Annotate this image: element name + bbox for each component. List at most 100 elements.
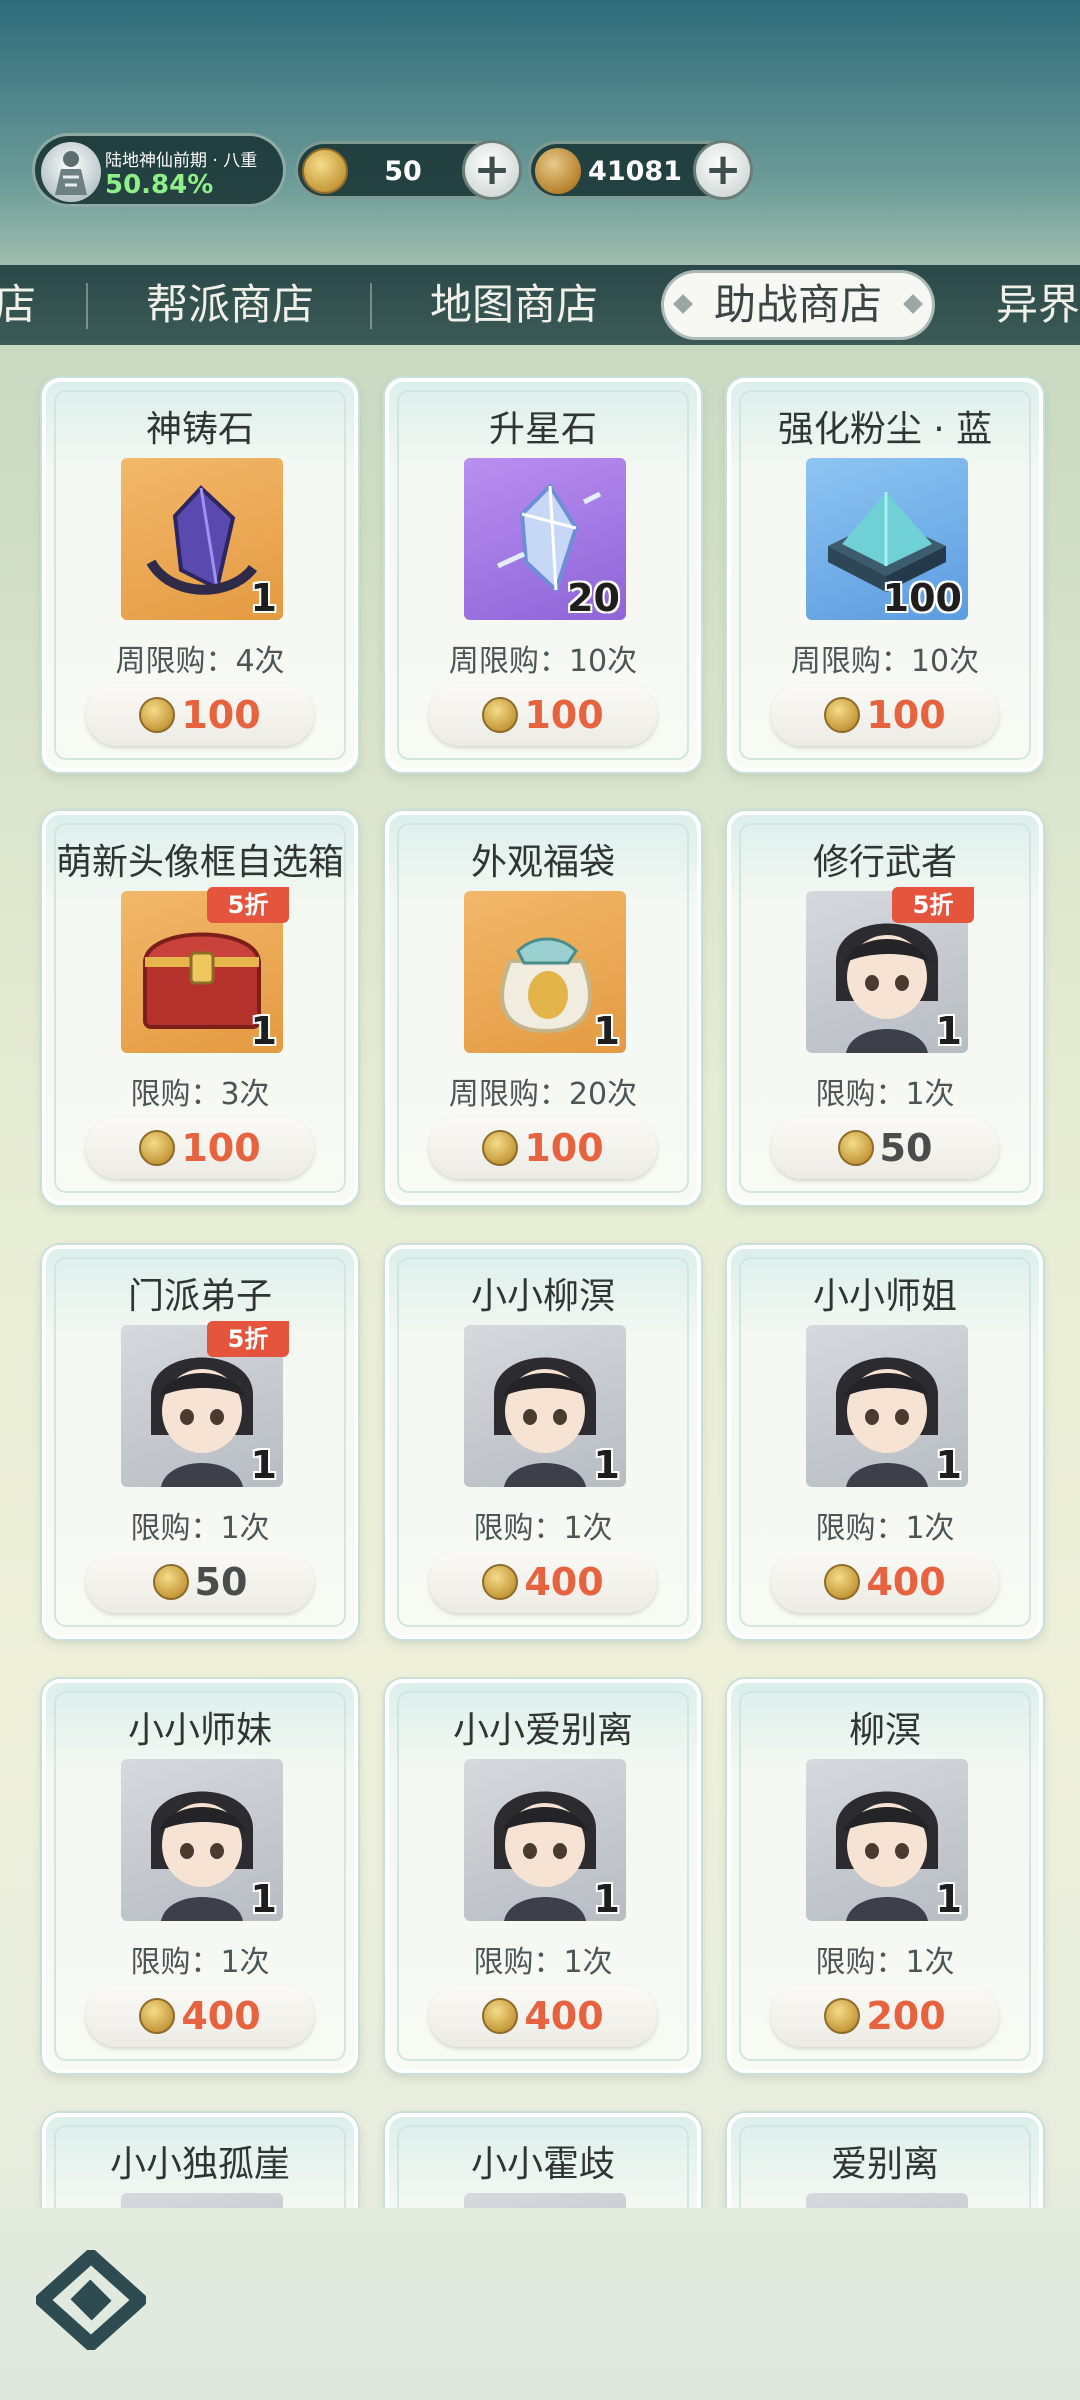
menu-icon[interactable] <box>36 2250 146 2350</box>
shop-item-card[interactable]: 门派弟子 1 5折限购：1次 50 <box>42 1245 358 1639</box>
item-price: 50 <box>194 1560 248 1604</box>
item-price: 100 <box>181 1126 261 1170</box>
buy-button[interactable]: 100 <box>86 1117 314 1179</box>
item-price: 100 <box>866 693 946 737</box>
coin-icon <box>152 1564 189 1600</box>
item-name: 小小独孤崖 <box>109 2144 290 2185</box>
shop-item-grid: 神铸石 1 周限购：4次 100 升星石 20 周限购：10次 100 强化粉尘 · 蓝 100 周… <box>0 0 1080 2208</box>
shop-item-card[interactable]: 修行武者 1 5折 限购：1次 50 <box>727 811 1043 1205</box>
coin-icon <box>482 1130 519 1166</box>
item-quantity: 20 <box>567 576 620 620</box>
item-name: 升星石 <box>488 409 597 450</box>
coin-icon <box>837 1130 874 1166</box>
coin-icon <box>482 1998 519 2034</box>
item-price: 100 <box>181 693 261 737</box>
character-portrait-icon <box>464 2193 626 2208</box>
coin-icon <box>139 1998 176 2034</box>
shop-item-card[interactable]: 小小柳溟 1 限购：1次 400 <box>385 1245 701 1639</box>
discount-badge: 5折 <box>207 1321 289 1357</box>
item-name: 小小师姐 <box>812 1276 957 1317</box>
item-quantity: 1 <box>250 1009 277 1053</box>
item-name: 小小爱别离 <box>452 1710 633 1751</box>
buy-button[interactable]: 400 <box>86 1985 314 2047</box>
item-quantity: 1 <box>250 576 277 620</box>
buy-button[interactable]: 200 <box>771 1985 999 2047</box>
shop-item-card[interactable]: 外观福袋 1 周限购：20次 100 <box>385 811 701 1205</box>
item-quantity: 1 <box>250 1443 277 1487</box>
bottom-bar <box>0 2208 1080 2400</box>
discount-badge: 5折 <box>892 887 974 923</box>
character-portrait-icon: 1 <box>121 1759 283 1921</box>
purchase-limit: 周限购：4次 <box>115 644 285 679</box>
purchase-limit: 限购：3次 <box>130 1077 270 1112</box>
purchase-limit: 限购：1次 <box>815 1945 955 1980</box>
item-name: 神铸石 <box>145 409 254 450</box>
buy-button[interactable]: 400 <box>771 1551 999 1613</box>
purchase-limit: 限购：1次 <box>130 1945 270 1980</box>
shop-item-card[interactable]: 强化粉尘 · 蓝 100 周限购：10次 100 <box>727 378 1043 772</box>
purchase-limit: 周限购：20次 <box>448 1077 638 1112</box>
item-name: 门派弟子 <box>127 1276 272 1317</box>
shop-item-card[interactable]: 小小爱别离 1 限购：1次 400 <box>385 1679 701 2073</box>
coin-icon <box>482 697 519 733</box>
item-name: 小小柳溟 <box>470 1276 615 1317</box>
buy-button[interactable]: 100 <box>429 1117 657 1179</box>
character-portrait-icon: 1 <box>464 1759 626 1921</box>
shop-item-card[interactable]: 萌新头像框自选箱 1 5折限购：3次 100 <box>42 811 358 1205</box>
item-quantity: 100 <box>882 576 962 620</box>
shop-item-card[interactable]: 小小霍歧 <box>385 2113 701 2208</box>
shop-item-card[interactable]: 柳溟 1 限购：1次 200 <box>727 1679 1043 2073</box>
item-price: 400 <box>866 1560 946 1604</box>
shop-item-card[interactable]: 小小独孤崖 <box>42 2113 358 2208</box>
coin-icon <box>139 1130 176 1166</box>
character-portrait-icon: 1 <box>806 1759 968 1921</box>
buy-button[interactable]: 50 <box>771 1117 999 1179</box>
item-name: 小小师妹 <box>127 1710 272 1751</box>
item-price: 400 <box>524 1560 604 1604</box>
coin-icon <box>824 1564 861 1600</box>
buy-button[interactable]: 400 <box>429 1985 657 2047</box>
buy-button[interactable]: 100 <box>771 684 999 746</box>
character-portrait-icon: 1 <box>464 1325 626 1487</box>
shop-item-card[interactable]: 神铸石 1 周限购：4次 100 <box>42 378 358 772</box>
item-name: 修行武者 <box>812 842 957 883</box>
item-price: 200 <box>866 1994 946 2038</box>
item-price: 400 <box>181 1994 261 2038</box>
character-portrait-icon: 1 <box>806 1325 968 1487</box>
purchase-limit: 限购：1次 <box>473 1511 613 1546</box>
shop-item-card[interactable]: 小小师姐 1 限购：1次 400 <box>727 1245 1043 1639</box>
star-crystal-icon: 20 <box>464 458 626 620</box>
item-quantity: 1 <box>593 1443 620 1487</box>
purchase-limit: 限购：1次 <box>473 1945 613 1980</box>
discount-badge: 5折 <box>207 887 289 923</box>
item-price: 50 <box>879 1126 933 1170</box>
purchase-limit: 限购：1次 <box>815 1511 955 1546</box>
item-quantity: 1 <box>935 1877 962 1921</box>
item-name: 小小霍歧 <box>470 2144 615 2185</box>
coin-icon <box>482 1564 519 1600</box>
shop-item-card[interactable]: 小小师妹 1 限购：1次 400 <box>42 1679 358 2073</box>
purchase-limit: 限购：1次 <box>130 1511 270 1546</box>
buy-button[interactable]: 50 <box>86 1551 314 1613</box>
item-name: 萌新头像框自选箱 <box>55 842 344 883</box>
buy-button[interactable]: 400 <box>429 1551 657 1613</box>
purchase-limit: 限购：1次 <box>815 1077 955 1112</box>
item-name: 外观福袋 <box>470 842 615 883</box>
buy-button[interactable]: 100 <box>86 684 314 746</box>
purchase-limit: 周限购：10次 <box>790 644 980 679</box>
item-price: 100 <box>524 1126 604 1170</box>
item-price: 400 <box>524 1994 604 2038</box>
purchase-limit: 周限购：10次 <box>448 644 638 679</box>
character-portrait-icon <box>121 2193 283 2208</box>
item-name: 爱别离 <box>830 2144 939 2185</box>
shop-item-card[interactable]: 升星石 20 周限购：10次 100 <box>385 378 701 772</box>
buy-button[interactable]: 100 <box>429 684 657 746</box>
gem-shard-icon: 1 <box>121 458 283 620</box>
item-quantity: 1 <box>593 1877 620 1921</box>
character-portrait-icon <box>806 2193 968 2208</box>
shop-item-card[interactable]: 爱别离 <box>727 2113 1043 2208</box>
item-name: 柳溟 <box>848 1710 921 1751</box>
coin-icon <box>824 1998 861 2034</box>
lucky-bag-icon: 1 <box>464 891 626 1053</box>
item-quantity: 1 <box>250 1877 277 1921</box>
